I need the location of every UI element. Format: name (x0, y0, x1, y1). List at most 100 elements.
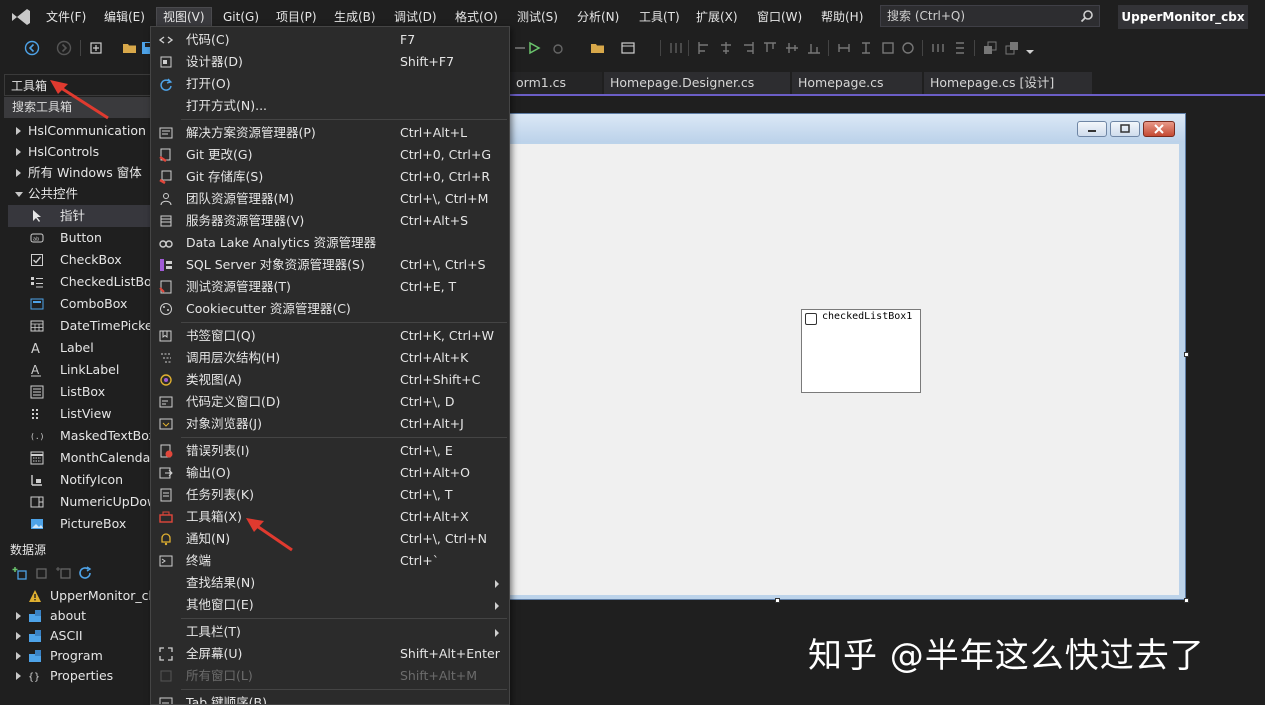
view-menu-item[interactable]: 类视图(A) Ctrl+Shift+C (151, 369, 509, 391)
view-menu-item[interactable]: 服务器资源管理器(V) Ctrl+Alt+S (151, 210, 509, 232)
view-menu-item[interactable]: Git 更改(G) Ctrl+0, Ctrl+G (151, 144, 509, 166)
attach-icon[interactable] (550, 40, 566, 56)
toolbox-control[interactable]: CheckedListBox (8, 271, 152, 293)
view-menu-item[interactable]: 通知(N) Ctrl+\, Ctrl+N (151, 528, 509, 550)
data-source-item[interactable]: Program (14, 646, 154, 666)
view-menu-item[interactable]: Tab 键顺序(B) (151, 692, 509, 704)
send-to-back-icon[interactable] (1004, 40, 1020, 56)
view-menu-item[interactable]: 全屏幕(U) Shift+Alt+Enter (151, 643, 509, 665)
align-center-icon[interactable] (718, 40, 734, 56)
minimize-button[interactable] (1077, 121, 1107, 137)
tab-homepage-cs[interactable]: Homepage.cs (792, 72, 922, 94)
toolbox-control[interactable]: NumericUpDown (8, 491, 152, 513)
view-menu-item[interactable]: 代码(C) F7 (151, 29, 509, 51)
view-menu-item[interactable]: 测试资源管理器(T) Ctrl+E, T (151, 276, 509, 298)
edit-dataset-icon[interactable] (34, 566, 50, 580)
view-menu-item[interactable]: 对象浏览器(J) Ctrl+Alt+J (151, 413, 509, 435)
toolbox-control[interactable]: CheckBox (8, 249, 152, 271)
maximize-button[interactable] (1110, 121, 1140, 137)
chevron-right-icon[interactable] (16, 148, 21, 156)
view-menu-item[interactable]: 任务列表(K) Ctrl+\, T (151, 484, 509, 506)
same-size-icon[interactable] (880, 40, 896, 56)
menu-10[interactable]: 工具(T) (633, 7, 686, 27)
toolbox-control[interactable]: NotifyIcon (8, 469, 152, 491)
data-source-item[interactable]: ASCII (14, 626, 154, 646)
form-title-bar[interactable] (501, 114, 1185, 142)
toolbox-control[interactable]: DateTimePicker (8, 315, 152, 337)
toolbar-overflow-icon[interactable] (1022, 40, 1038, 56)
view-menu-item[interactable]: 调用层次结构(H) Ctrl+Alt+K (151, 347, 509, 369)
menu-3[interactable]: Git(G) (217, 7, 265, 27)
view-menu-item[interactable]: 打开方式(N)... (151, 95, 509, 117)
data-source-item[interactable]: {} Properties (14, 666, 154, 686)
toolbox-control[interactable]: ListView (8, 403, 152, 425)
search-input[interactable]: 搜索 (Ctrl+Q) (880, 5, 1100, 27)
view-menu-item[interactable]: SQL Server 对象资源管理器(S) Ctrl+\, Ctrl+S (151, 254, 509, 276)
view-menu-item[interactable]: 团队资源管理器(M) Ctrl+\, Ctrl+M (151, 188, 509, 210)
chevron-right-icon[interactable] (16, 127, 21, 135)
toolbox-control[interactable]: ListBox (8, 381, 152, 403)
chevron-right-icon[interactable] (16, 672, 21, 680)
run-icon[interactable] (526, 40, 542, 56)
bring-to-front-icon[interactable] (982, 40, 998, 56)
add-data-source-icon[interactable] (12, 566, 28, 580)
menu-12[interactable]: 窗口(W) (751, 7, 808, 27)
align-grid-icon[interactable] (668, 40, 684, 56)
chevron-down-icon[interactable] (15, 192, 23, 197)
toolbox-control[interactable]: ab Button (8, 227, 152, 249)
layout-icon[interactable] (620, 40, 636, 56)
resize-handle-right[interactable] (1184, 352, 1189, 357)
view-menu-item[interactable]: Data Lake Analytics 资源管理器 (151, 232, 509, 254)
horizontal-spacing-icon[interactable] (930, 40, 946, 56)
folder-icon[interactable] (590, 40, 606, 56)
menu-0[interactable]: 文件(F) (40, 7, 92, 27)
view-menu-item[interactable]: 打开(O) (151, 73, 509, 95)
align-right-icon[interactable] (740, 40, 756, 56)
toolbox-category[interactable]: 所有 Windows 窗体 (8, 162, 152, 184)
menu-5[interactable]: 生成(B) (328, 7, 382, 27)
menu-1[interactable]: 编辑(E) (98, 7, 151, 27)
data-source-item[interactable]: about (14, 606, 154, 626)
tab-homepage-design[interactable]: Homepage.cs [设计] (924, 72, 1092, 94)
chevron-right-icon[interactable] (16, 632, 21, 640)
back-icon[interactable] (24, 40, 40, 56)
new-project-icon[interactable] (88, 40, 104, 56)
toolbox-control[interactable]: ComboBox (8, 293, 152, 315)
view-menu-item[interactable]: 设计器(D) Shift+F7 (151, 51, 509, 73)
toolbox-control[interactable]: A LinkLabel (8, 359, 152, 381)
view-menu-item[interactable]: 错误列表(I) Ctrl+\, E (151, 440, 509, 462)
view-menu-item[interactable]: 输出(O) Ctrl+Alt+O (151, 462, 509, 484)
same-width-icon[interactable] (836, 40, 852, 56)
align-middle-icon[interactable] (784, 40, 800, 56)
toolbox-category[interactable]: HslControls (8, 141, 152, 163)
chevron-right-icon[interactable] (16, 169, 21, 177)
menu-11[interactable]: 扩展(X) (690, 7, 744, 27)
view-menu-item[interactable]: Cookiecutter 资源管理器(C) (151, 298, 509, 320)
forward-icon[interactable] (56, 40, 72, 56)
toolbox-category[interactable]: 公共控件 (8, 183, 152, 205)
align-left-icon[interactable] (696, 40, 712, 56)
data-source-item[interactable]: UpperMonitor_cbx (14, 586, 154, 606)
view-menu-item[interactable]: 工具箱(X) Ctrl+Alt+X (151, 506, 509, 528)
view-menu-item[interactable]: 终端 Ctrl+` (151, 550, 509, 572)
view-menu-item[interactable]: Git 存储库(S) Ctrl+0, Ctrl+R (151, 166, 509, 188)
resize-handle-bottom[interactable] (775, 598, 780, 603)
toolbox-control[interactable]: (.)_ MaskedTextBox (8, 425, 152, 447)
snap-grid-icon[interactable] (900, 40, 916, 56)
chevron-right-icon[interactable] (16, 652, 21, 660)
toolbox-control[interactable]: PictureBox (8, 513, 152, 535)
vertical-spacing-icon[interactable] (952, 40, 968, 56)
align-bottom-icon[interactable] (806, 40, 822, 56)
menu-2[interactable]: 视图(V) (156, 7, 212, 27)
open-folder-icon[interactable] (122, 40, 138, 56)
view-menu-item[interactable]: 书签窗口(Q) Ctrl+K, Ctrl+W (151, 325, 509, 347)
view-menu-item[interactable]: 查找结果(N) (151, 572, 509, 594)
close-button[interactable] (1143, 121, 1175, 137)
toolbox-control[interactable]: 指针 (8, 205, 152, 227)
same-height-icon[interactable] (858, 40, 874, 56)
tab-form1-cs[interactable]: orm1.cs (510, 72, 602, 94)
menu-9[interactable]: 分析(N) (571, 7, 625, 27)
resize-handle-corner[interactable] (1184, 598, 1189, 603)
view-menu-item[interactable]: 工具栏(T) (151, 621, 509, 643)
tab-homepage-designer-cs[interactable]: Homepage.Designer.cs (604, 72, 790, 94)
